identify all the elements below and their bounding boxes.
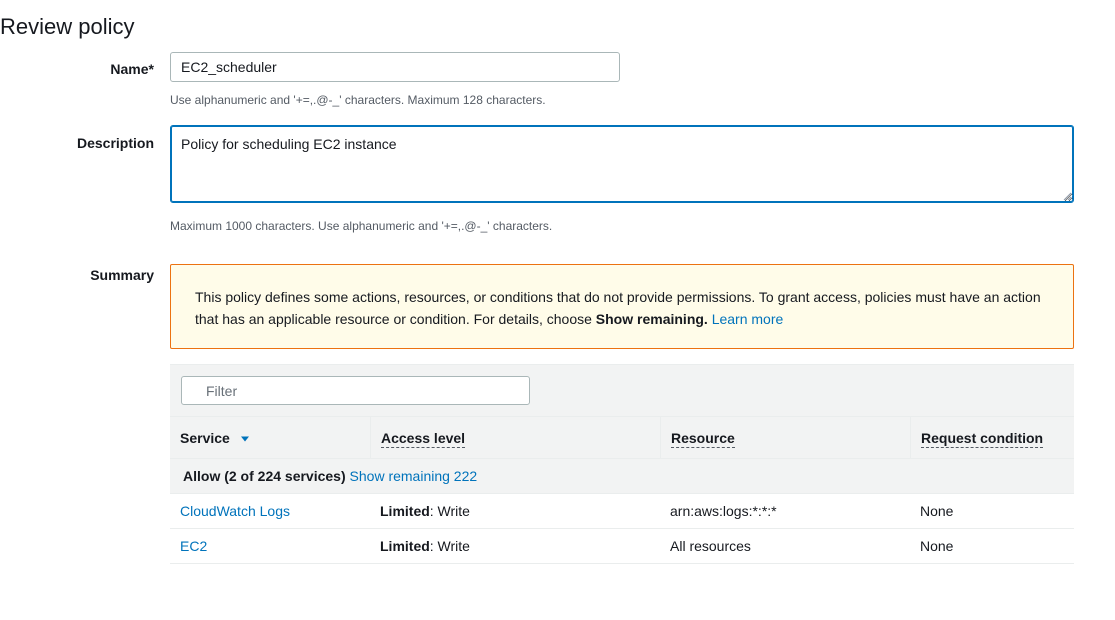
- page-title: Review policy: [0, 14, 135, 39]
- resource-cell: arn:aws:logs:*:*:*: [670, 503, 777, 519]
- resize-grip-icon[interactable]: [1063, 192, 1072, 201]
- name-hint: Use alphanumeric and '+=,.@-_' character…: [170, 93, 546, 107]
- learn-more-link[interactable]: Learn more: [712, 311, 784, 327]
- table-row: EC2 Limited: Write All resources None: [170, 529, 1074, 564]
- description-label: Description: [76, 135, 154, 151]
- group-row-allow: Allow (2 of 224 services) Show remaining…: [170, 459, 1074, 494]
- table-header: Service Access level Resource Request co…: [170, 416, 1074, 459]
- summary-label: Summary: [90, 267, 154, 283]
- access-level-cell: Limited: Write: [380, 538, 470, 554]
- description-textarea[interactable]: Policy for scheduling EC2 instance: [170, 125, 1074, 203]
- column-header-resource[interactable]: Resource: [660, 417, 910, 458]
- warning-alert: This policy defines some actions, resour…: [170, 264, 1074, 349]
- resource-cell: All resources: [670, 538, 751, 554]
- description-hint: Maximum 1000 characters. Use alphanumeri…: [170, 219, 553, 233]
- service-link-cloudwatch-logs[interactable]: CloudWatch Logs: [180, 503, 290, 519]
- group-label: Allow (2 of 224 services): [183, 468, 346, 484]
- table-toolbar: [170, 364, 1074, 416]
- alert-bold-text: Show remaining.: [595, 311, 708, 327]
- service-link-ec2[interactable]: EC2: [180, 538, 207, 554]
- condition-cell: None: [920, 503, 954, 519]
- column-header-service[interactable]: Service: [170, 417, 370, 458]
- sort-desc-icon: [240, 436, 249, 442]
- column-header-request-condition[interactable]: Request condition: [910, 417, 1074, 458]
- policy-summary-table: Service Access level Resource Request co…: [170, 364, 1074, 564]
- column-header-access-level[interactable]: Access level: [370, 417, 660, 458]
- filter-input[interactable]: [181, 376, 530, 405]
- access-level-cell: Limited: Write: [380, 503, 470, 519]
- name-label: Name*: [110, 61, 154, 77]
- table-row: CloudWatch Logs Limited: Write arn:aws:l…: [170, 494, 1074, 529]
- condition-cell: None: [920, 538, 954, 554]
- policy-name-input[interactable]: [170, 52, 620, 82]
- show-remaining-link[interactable]: Show remaining 222: [350, 468, 478, 484]
